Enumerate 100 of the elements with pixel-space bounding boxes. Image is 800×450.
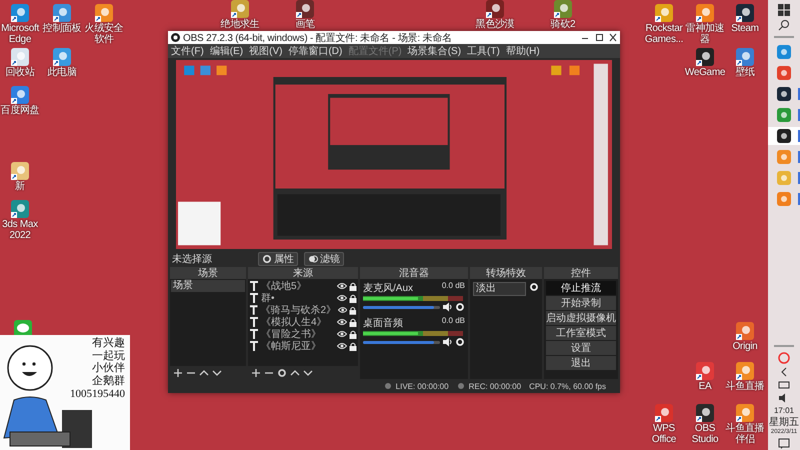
app-icon — [11, 162, 29, 180]
rec-icon — [456, 382, 465, 390]
menu-item[interactable]: 编辑(E) — [210, 44, 244, 58]
app-icon — [777, 66, 791, 80]
source-item[interactable]: 《冒险之书》 — [261, 327, 335, 341]
app-icon — [95, 4, 113, 22]
icon-label: 壁纸 — [735, 67, 755, 78]
app-icon — [736, 4, 754, 22]
control-button[interactable]: 停止推流 — [546, 281, 616, 295]
dock-title: 控件 — [571, 267, 591, 280]
chevron-up-icon[interactable] — [199, 368, 209, 378]
notification-icon[interactable] — [778, 438, 790, 450]
control-button[interactable]: 工作室模式 — [546, 326, 616, 340]
app-icon — [554, 0, 572, 18]
app-icon — [11, 200, 29, 218]
text-source-icon — [249, 280, 259, 292]
source-item[interactable]: 《帕斯尼亚》 — [261, 339, 335, 353]
icon-label: EA — [698, 381, 712, 392]
speaker-icon[interactable] — [442, 302, 453, 312]
source-item[interactable]: 《战地5》 — [261, 279, 335, 293]
text-source-icon — [249, 340, 259, 352]
control-button[interactable]: 设置 — [546, 341, 616, 355]
icon-label: Microsoft Edge — [0, 23, 40, 45]
lock-icon[interactable] — [349, 318, 357, 326]
add-icon[interactable] — [173, 368, 183, 378]
menu-item[interactable]: 停靠窗口(D) — [288, 44, 342, 58]
icon-label: WPS Office — [650, 423, 678, 445]
taskbar-app[interactable] — [768, 127, 800, 145]
overlay-text: 企鹅群 — [92, 374, 125, 388]
eye-icon[interactable] — [338, 306, 348, 314]
icon-label: 画笔 — [295, 19, 315, 30]
transition-dropdown[interactable]: 淡出 — [473, 282, 526, 296]
lock-icon[interactable] — [349, 282, 357, 290]
source-item[interactable]: 群• — [261, 291, 335, 305]
app-icon — [296, 0, 314, 18]
search-icon[interactable] — [778, 19, 790, 31]
menu-item[interactable]: 帮助(H) — [506, 44, 540, 58]
overlay-text: 一起玩 — [92, 350, 125, 362]
eye-icon[interactable] — [337, 342, 347, 350]
lock-icon[interactable] — [349, 342, 357, 350]
add-icon[interactable] — [251, 368, 261, 378]
text-source-icon — [249, 316, 259, 328]
icon-label: 绝地求生 — [220, 19, 260, 30]
chevron-down-icon[interactable] — [212, 368, 222, 378]
eye-icon[interactable] — [337, 294, 347, 302]
text-source-icon — [249, 328, 259, 340]
channel-reading: 0.0 dB — [442, 316, 465, 327]
icon-label: Rockstar Games... — [644, 23, 684, 45]
icon-label: Steam — [731, 23, 759, 34]
app-icon — [696, 48, 714, 66]
eye-icon[interactable] — [337, 330, 347, 338]
source-item[interactable]: 《模拟人生4》 — [261, 315, 335, 329]
toolbar-button[interactable]: 属性 — [258, 252, 298, 266]
icon-label: 此电脑 — [47, 67, 77, 78]
lock-icon[interactable] — [349, 294, 357, 302]
overlay-text: 有兴趣 — [92, 337, 125, 350]
chevron-down-icon[interactable] — [303, 368, 313, 378]
gear-icon[interactable] — [277, 368, 287, 378]
app-icon — [11, 4, 29, 22]
dock-title: 场景 — [198, 266, 218, 280]
lock-icon[interactable] — [349, 306, 357, 314]
eye-icon[interactable] — [337, 282, 347, 290]
app-icon — [11, 86, 29, 104]
icon-label: 控制面板 — [42, 23, 82, 34]
app-icon — [777, 150, 791, 164]
dock-title: 来源 — [293, 266, 313, 280]
window-title: OBS 27.2.3 (64-bit, windows) - 配置文件: 未命名 - 场景: 未命名 — [183, 32, 453, 44]
app-icon — [736, 362, 754, 380]
app-icon — [696, 362, 714, 380]
menu-item[interactable]: 场景集合(S) — [408, 44, 462, 58]
status-text: REC: 00:00:00 — [468, 382, 522, 390]
control-button[interactable]: 启动虚拟摄像机 — [546, 311, 616, 325]
toolbar-button[interactable]: 滤镜 — [304, 252, 344, 266]
live-icon — [384, 382, 392, 390]
menu-item[interactable]: 视图(V) — [249, 44, 282, 58]
app-icon — [736, 404, 754, 422]
menu-item[interactable]: 文件(F) — [171, 44, 204, 58]
scene-item[interactable]: 场景 — [171, 280, 245, 292]
network-icon[interactable] — [778, 380, 790, 390]
icon-label: 火绒安全软件 — [84, 23, 124, 45]
app-icon — [696, 404, 714, 422]
status-text: CPU: 0.7%, 60.00 fps — [529, 382, 606, 390]
dock-title: 混音器 — [399, 266, 429, 280]
source-item[interactable]: 《骑马与砍杀2》 — [260, 303, 336, 317]
channel-name: 麦克风/Aux — [363, 282, 414, 295]
eye-icon[interactable] — [337, 318, 347, 326]
lock-icon[interactable] — [349, 330, 357, 338]
app-icon — [777, 108, 791, 122]
menu-item[interactable]: 工具(T) — [467, 44, 500, 58]
icon-label: WeGame — [684, 67, 726, 78]
control-button[interactable]: 开始录制 — [546, 296, 616, 310]
app-icon — [486, 0, 504, 18]
speaker-icon[interactable] — [442, 337, 453, 347]
source-status-text: 未选择源 — [172, 252, 213, 266]
control-button[interactable]: 退出 — [546, 356, 616, 370]
channel-reading: 0.0 dB — [442, 281, 465, 292]
app-icon — [231, 0, 249, 18]
windows-start-icon[interactable] — [778, 4, 790, 16]
app-icon — [11, 48, 29, 66]
chevron-up-icon[interactable] — [290, 368, 300, 378]
